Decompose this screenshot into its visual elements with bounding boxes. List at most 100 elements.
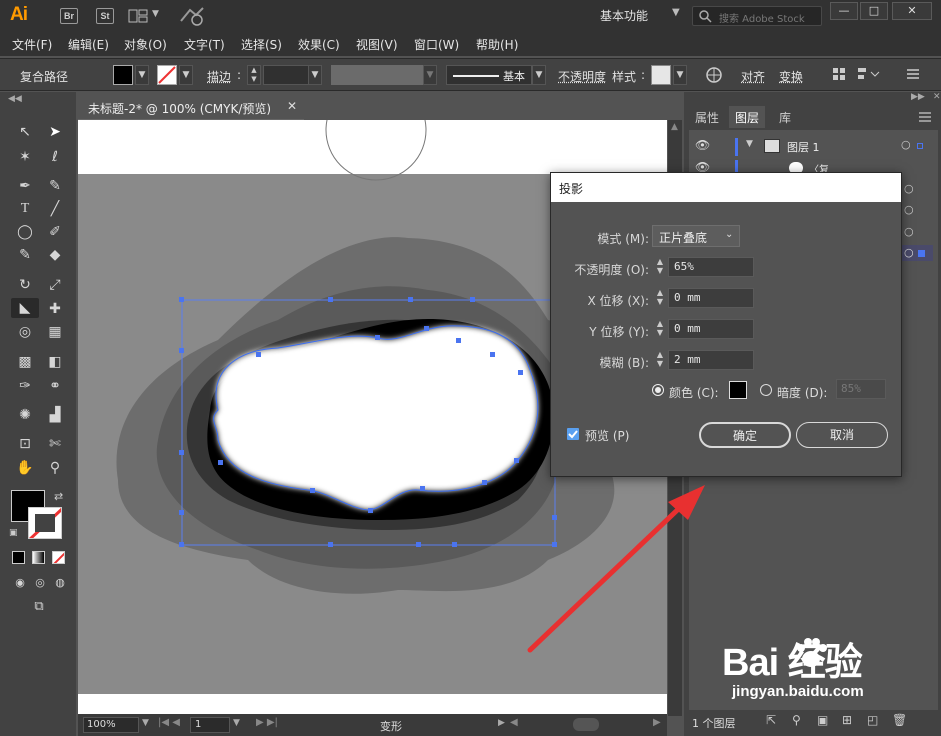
document-tab[interactable]: 未标题-2* @ 100% (CMYK/预览) ✕ xyxy=(78,94,304,120)
zoom-dropdown-icon[interactable]: ▼ xyxy=(142,718,149,728)
opacity-stepper[interactable]: ▲ ▼ xyxy=(653,257,667,277)
target-icon[interactable]: ○ xyxy=(901,138,911,151)
shadow-color-swatch[interactable] xyxy=(729,381,747,399)
zoom-level[interactable]: 100% xyxy=(83,717,139,733)
menu-type[interactable]: 文字(T) xyxy=(184,36,225,53)
tab-libraries[interactable]: 库 xyxy=(773,106,797,128)
selection-indicator[interactable] xyxy=(917,143,923,149)
delete-layer-icon[interactable]: 🗑 xyxy=(892,713,907,727)
recolor-artwork-icon[interactable] xyxy=(705,66,723,87)
scale-tool-icon[interactable]: ⤢ xyxy=(44,275,66,295)
symbol-sprayer-tool-icon[interactable]: ✺ xyxy=(14,405,36,425)
default-colors-icon[interactable]: ▣ xyxy=(9,528,18,538)
preview-checkbox[interactable] xyxy=(567,428,579,440)
none-mode-icon[interactable] xyxy=(52,551,65,564)
curvature-tool-icon[interactable]: ✎ xyxy=(44,176,66,196)
target-icon[interactable]: ○ xyxy=(904,225,914,238)
direct-selection-tool-icon[interactable]: ➤ xyxy=(44,122,66,142)
locate-object-icon[interactable]: ⚲ xyxy=(792,713,801,727)
variable-width-profile[interactable] xyxy=(331,65,423,85)
layers-panel-menu-icon[interactable] xyxy=(919,111,931,125)
perspective-grid-tool-icon[interactable]: ▦ xyxy=(44,322,66,342)
layer-row[interactable]: 👁 ▼ 图层 1 ○ xyxy=(689,136,938,158)
isolate-icon[interactable] xyxy=(832,67,846,84)
first-artboard-icon[interactable]: |◀ ◀ xyxy=(158,717,180,728)
artboard-number[interactable]: 1 xyxy=(190,717,230,733)
close-document-icon[interactable]: ✕ xyxy=(287,99,297,113)
menu-object[interactable]: 对象(O) xyxy=(124,36,167,53)
selection-tool-icon[interactable]: ↖ xyxy=(14,122,36,142)
fill-dropdown[interactable]: ▼ xyxy=(135,65,149,85)
layer-name[interactable]: 图层 1 xyxy=(787,139,820,155)
graphic-style-dropdown[interactable]: ▼ xyxy=(673,65,687,85)
screen-mode-icon[interactable]: ⧉ xyxy=(28,597,50,617)
mesh-tool-icon[interactable]: ▩ xyxy=(14,352,36,372)
menu-view[interactable]: 视图(V) xyxy=(356,36,398,53)
target-icon[interactable]: ○ xyxy=(904,182,914,195)
target-icon[interactable]: ○ xyxy=(904,203,914,216)
arrange-documents-icon[interactable] xyxy=(128,8,148,24)
eyedropper-tool-icon[interactable]: ✑ xyxy=(14,376,36,396)
collapse-toolbox-icon[interactable]: ◀◀ xyxy=(8,94,22,104)
stock-search-input[interactable]: 搜索 Adobe Stock xyxy=(692,6,822,26)
variable-width-dropdown[interactable]: ▼ xyxy=(423,65,437,85)
shaper-tool-icon[interactable]: ✎ xyxy=(14,245,36,265)
darkness-input[interactable]: 85% xyxy=(836,379,886,399)
swap-colors-icon[interactable]: ⇄ xyxy=(54,490,63,503)
width-tool-icon[interactable]: ◣ xyxy=(11,298,39,318)
scroll-right-icon[interactable]: ▶ xyxy=(653,717,661,728)
draw-behind-icon[interactable]: ◎ xyxy=(29,573,51,593)
gpu-performance-icon[interactable] xyxy=(178,5,206,27)
arrange-dropdown-icon[interactable]: ▼ xyxy=(152,9,159,19)
workspace-dropdown-icon[interactable]: ▼ xyxy=(672,7,680,18)
collapse-panel-icon[interactable]: ▶▶ xyxy=(911,92,925,102)
menu-edit[interactable]: 编辑(E) xyxy=(68,36,109,53)
blur-stepper[interactable]: ▲ ▼ xyxy=(653,350,667,370)
stroke-weight-input[interactable] xyxy=(263,65,309,85)
blend-tool-icon[interactable]: ⚭ xyxy=(44,376,66,396)
stroke-color-box[interactable] xyxy=(28,507,62,539)
menu-effect[interactable]: 效果(C) xyxy=(298,36,340,53)
arrange-icon[interactable] xyxy=(857,67,881,84)
eraser-tool-icon[interactable]: ◆ xyxy=(44,245,66,265)
blur-input[interactable]: 2 mm xyxy=(668,350,754,370)
magic-wand-tool-icon[interactable]: ✶ xyxy=(14,147,36,167)
lasso-tool-icon[interactable]: ℓ xyxy=(44,147,66,167)
line-tool-icon[interactable]: ╱ xyxy=(44,199,66,219)
menu-window[interactable]: 窗口(W) xyxy=(414,36,459,53)
maximize-button[interactable]: □ xyxy=(860,2,888,20)
panel-menu-icon[interactable] xyxy=(906,67,920,84)
transform-label[interactable]: 变换 xyxy=(779,68,803,85)
brush-definition[interactable]: 基本 xyxy=(446,65,532,85)
draw-normal-icon[interactable]: ◉ xyxy=(9,573,31,593)
type-tool-icon[interactable]: T xyxy=(14,199,36,219)
scroll-left-icon[interactable]: ◀ xyxy=(510,717,518,728)
rotate-tool-icon[interactable]: ↻ xyxy=(14,275,36,295)
darkness-radio[interactable] xyxy=(760,384,772,396)
stroke-swatch[interactable] xyxy=(157,65,177,85)
last-artboard-icon[interactable]: ▶ ▶| xyxy=(256,717,278,728)
puppet-warp-tool-icon[interactable]: ✚ xyxy=(44,299,66,319)
x-offset-input[interactable]: 0 mm xyxy=(668,288,754,308)
stroke-label[interactable]: 描边 xyxy=(207,68,231,85)
draw-inside-icon[interactable]: ◍ xyxy=(49,573,71,593)
cancel-button[interactable]: 取消 xyxy=(796,422,888,448)
opacity-label[interactable]: 不透明度 xyxy=(558,68,606,85)
workspace-switcher[interactable]: 基本功能 xyxy=(600,7,648,24)
graphic-style-swatch[interactable] xyxy=(651,65,671,85)
new-layer-icon[interactable]: ◰ xyxy=(867,713,878,727)
align-label[interactable]: 对齐 xyxy=(741,68,765,85)
brush-dropdown[interactable]: ▼ xyxy=(532,65,546,85)
artboard-tool-icon[interactable]: ⊡ xyxy=(14,434,36,454)
bridge-badge[interactable]: Br xyxy=(60,8,78,24)
stroke-weight-dropdown[interactable]: ▼ xyxy=(308,65,322,85)
horizontal-scrollbar-thumb[interactable] xyxy=(573,718,599,731)
expand-layer-icon[interactable]: ▼ xyxy=(746,139,753,149)
artboard-dropdown-icon[interactable]: ▼ xyxy=(233,718,240,728)
new-sublayer-icon[interactable]: ⊞ xyxy=(842,713,852,727)
y-offset-input[interactable]: 0 mm xyxy=(668,319,754,339)
tab-layers[interactable]: 图层 xyxy=(729,106,766,128)
target-icon[interactable]: ○ xyxy=(904,246,914,259)
menu-file[interactable]: 文件(F) xyxy=(12,36,52,53)
slice-tool-icon[interactable]: ✄ xyxy=(44,434,66,454)
